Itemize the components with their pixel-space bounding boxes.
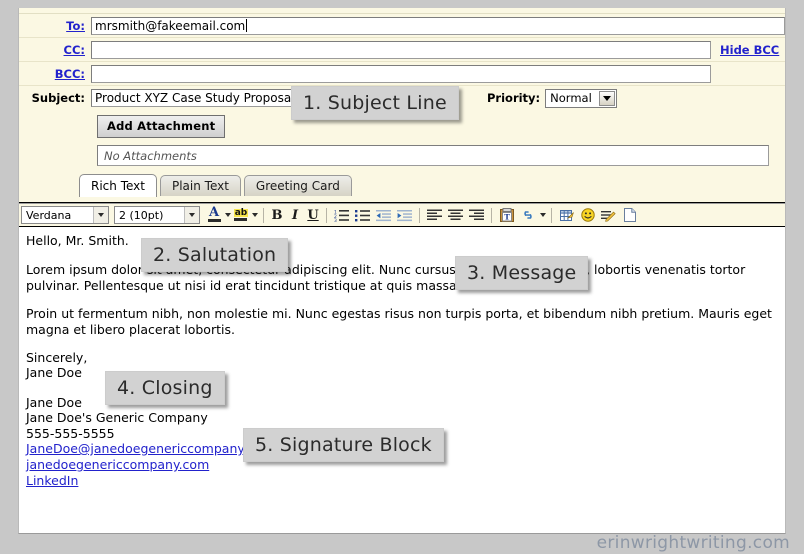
italic-icon[interactable]: I	[286, 206, 304, 225]
highlight-color-dropdown-icon[interactable]	[250, 206, 259, 225]
emoticon-icon[interactable]	[577, 206, 598, 225]
callout-subject-line: 1. Subject Line	[291, 86, 459, 120]
signature-icon[interactable]	[598, 206, 619, 225]
chevron-down-icon[interactable]	[184, 207, 199, 223]
svg-text:T: T	[504, 213, 510, 222]
to-label: To:	[19, 19, 91, 33]
chevron-down-icon[interactable]	[599, 90, 616, 106]
chevron-down-icon[interactable]	[93, 207, 108, 223]
align-center-icon[interactable]	[445, 206, 466, 225]
tab-plain-text[interactable]: Plain Text	[159, 175, 241, 196]
align-left-icon[interactable]	[424, 206, 445, 225]
priority-label: Priority:	[487, 91, 541, 105]
paste-as-text-icon[interactable]: T	[496, 206, 517, 225]
to-input-value: mrsmith@fakeemail.com	[95, 18, 246, 33]
signature-linkedin-link[interactable]: LinkedIn	[26, 473, 773, 489]
closing-line-1: Sincerely,	[26, 349, 88, 365]
font-color-icon[interactable]: A	[205, 206, 223, 225]
toolbar-divider	[491, 207, 492, 223]
signature-company: Jane Doe's Generic Company	[26, 410, 208, 425]
cc-label: CC:	[19, 43, 91, 57]
unordered-list-icon[interactable]	[352, 206, 373, 225]
subject-input-value: Product XYZ Case Study Proposal	[95, 91, 295, 105]
callout-signature-block: 5. Signature Block	[243, 428, 444, 462]
bcc-label-link[interactable]: BCC:	[55, 67, 85, 81]
priority-value: Normal	[550, 91, 592, 105]
message-paragraph-2: Proin ut fermentum nibh, non molestie mi…	[26, 305, 772, 337]
underline-icon[interactable]: U	[304, 206, 322, 225]
toolbar-divider	[326, 207, 327, 223]
callout-message: 3. Message	[455, 256, 589, 290]
formatting-toolbar: Verdana 2 (10pt) A ab B I U 1 2 3 T	[19, 203, 785, 227]
font-family-value: Verdana	[26, 208, 72, 222]
cc-label-link[interactable]: CC:	[64, 43, 85, 57]
editor-tabs: Rich Text Plain Text Greeting Card	[79, 174, 785, 197]
svg-text:3: 3	[334, 218, 337, 222]
toolbar-divider	[263, 207, 264, 223]
insert-table-icon[interactable]	[556, 206, 577, 225]
font-color-dropdown-icon[interactable]	[223, 206, 232, 225]
bcc-input[interactable]	[91, 64, 711, 83]
cc-input[interactable]	[91, 40, 711, 59]
bcc-row: BCC:	[19, 62, 785, 86]
callout-salutation: 2. Salutation	[141, 238, 289, 272]
outdent-icon[interactable]	[373, 206, 394, 225]
font-size-select[interactable]: 2 (10pt)	[114, 206, 200, 224]
bcc-label: BCC:	[19, 67, 91, 81]
to-input[interactable]: mrsmith@fakeemail.com	[91, 16, 785, 35]
attachments-status: No Attachments	[97, 145, 769, 166]
subject-label: Subject:	[31, 91, 85, 105]
callout-closing: 4. Closing	[105, 371, 225, 405]
bold-icon[interactable]: B	[268, 206, 286, 225]
tab-greeting-card[interactable]: Greeting Card	[243, 175, 352, 196]
screenshot-root: To: mrsmith@fakeemail.com CC: Hide BCC B…	[0, 0, 804, 554]
insert-link-icon[interactable]	[517, 206, 538, 225]
indent-icon[interactable]	[394, 206, 415, 225]
tab-rich-text[interactable]: Rich Text	[79, 174, 157, 197]
message-paragraph-1: Lorem ipsum dolor sit amet, consectetur …	[26, 261, 746, 293]
insert-link-dropdown-icon[interactable]	[538, 206, 547, 225]
highlight-color-icon[interactable]: ab	[232, 206, 250, 225]
ordered-list-icon[interactable]: 1 2 3	[331, 206, 352, 225]
toolbar-divider	[419, 207, 420, 223]
watermark: erinwrightwriting.com	[596, 533, 790, 553]
align-right-icon[interactable]	[466, 206, 487, 225]
font-family-select[interactable]: Verdana	[21, 206, 109, 224]
cc-row: CC: Hide BCC	[19, 38, 785, 62]
hide-bcc-link[interactable]: Hide BCC	[720, 43, 779, 57]
to-row: To: mrsmith@fakeemail.com	[19, 14, 785, 38]
toolbar-divider	[551, 207, 552, 223]
text-caret	[246, 18, 248, 32]
new-page-icon[interactable]	[619, 206, 640, 225]
priority-select[interactable]: Normal	[545, 88, 618, 108]
message-salutation: Hello, Mr. Smith.	[26, 233, 129, 248]
font-size-value: 2 (10pt)	[119, 208, 164, 222]
to-label-link[interactable]: To:	[66, 19, 85, 33]
add-attachment-button[interactable]: Add Attachment	[97, 115, 226, 138]
